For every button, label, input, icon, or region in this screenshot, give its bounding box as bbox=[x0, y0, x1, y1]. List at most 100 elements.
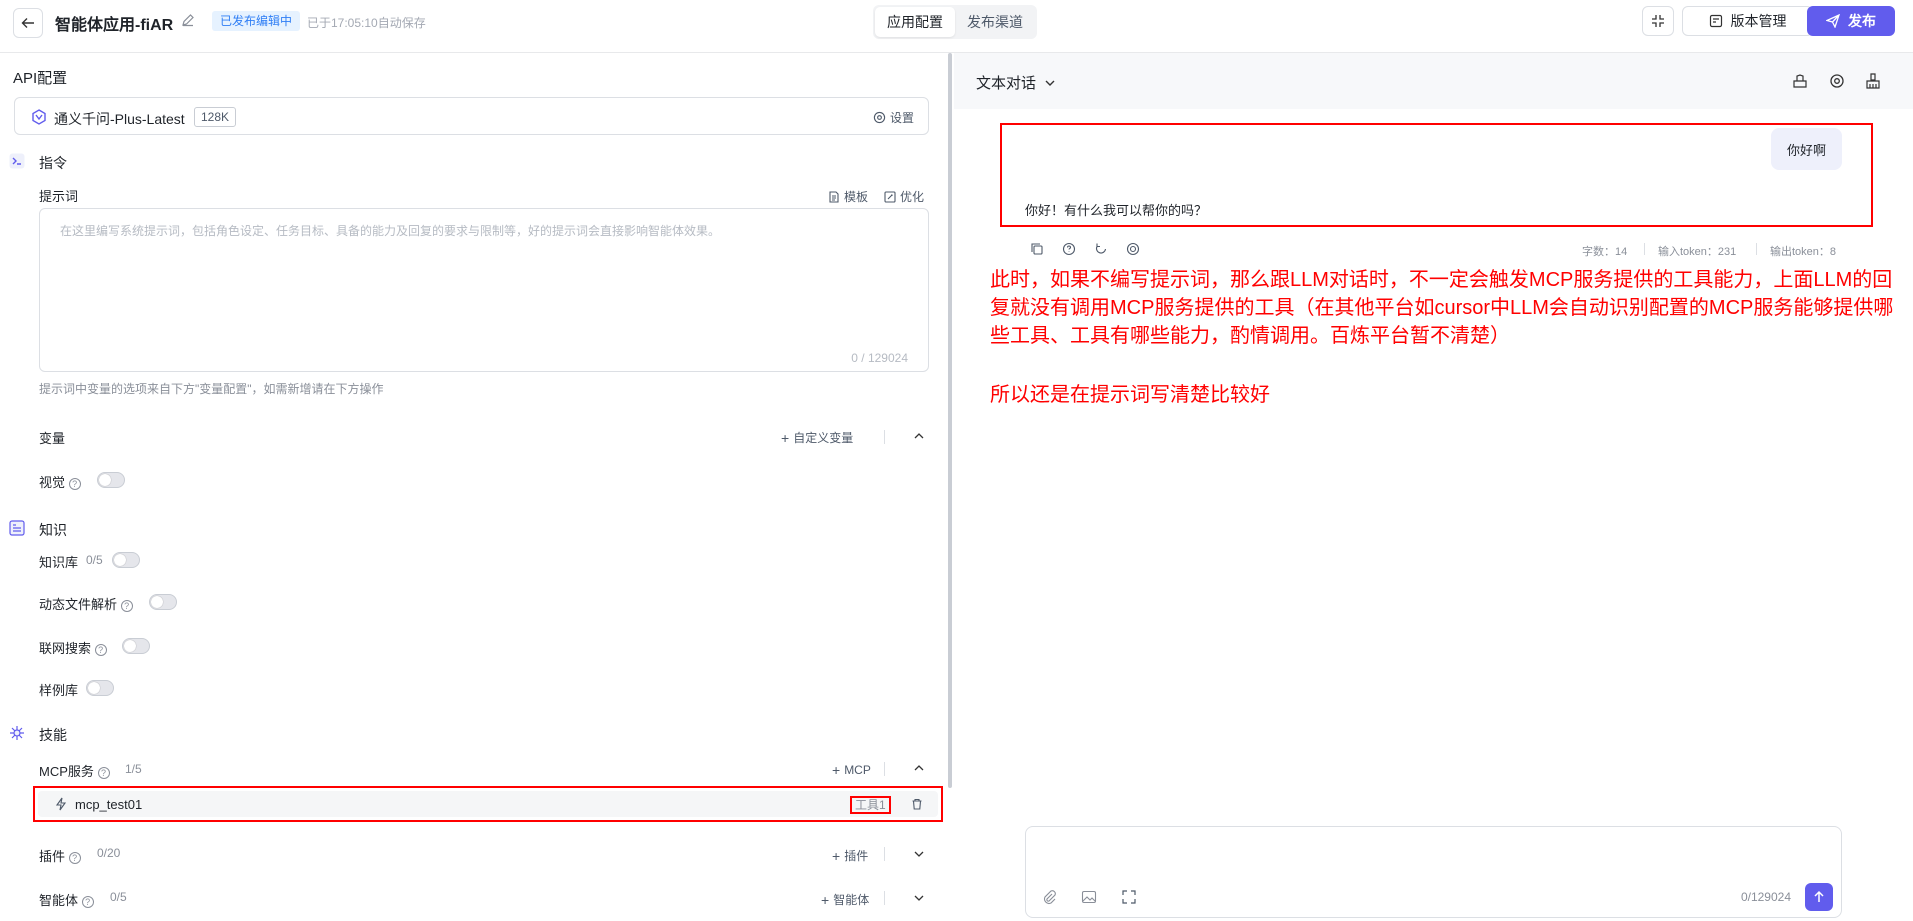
publish-button[interactable]: 发布 bbox=[1807, 6, 1895, 36]
add-mcp-button[interactable]: + MCP bbox=[832, 762, 871, 778]
top-header: 智能体应用-fiAR 已发布编辑中 已于17:05:10自动保存 应用配置 发布… bbox=[0, 0, 1913, 53]
chevron-down-icon[interactable] bbox=[913, 892, 925, 904]
chevron-up-icon[interactable] bbox=[913, 430, 925, 442]
input-token-count: 输入token：231 bbox=[1658, 246, 1737, 258]
knowledge-icon bbox=[9, 520, 25, 536]
mcp-tool-badge[interactable]: 工具1 bbox=[850, 796, 891, 814]
plus-icon: + bbox=[832, 762, 841, 778]
variables-label: 变量 bbox=[39, 431, 66, 446]
annotation-note: 此时，如果不编写提示词，那么跟LLM对话时，不一定会触发MCP服务提供的工具能力… bbox=[990, 269, 1894, 347]
plugin-label: 插件 ? bbox=[39, 846, 81, 865]
image-icon[interactable] bbox=[1081, 889, 1097, 905]
prompt-label: 提示词 bbox=[39, 189, 79, 204]
model-selector[interactable]: 通义千问-Plus-Latest 128K 设置 bbox=[14, 97, 929, 135]
kb-count: 0/5 bbox=[86, 553, 103, 567]
help-icon[interactable]: ? bbox=[97, 766, 110, 779]
web-search-label: 联网搜索 ? bbox=[39, 638, 107, 657]
input-counter: 0/129024 bbox=[1740, 890, 1791, 904]
qwen-model-icon bbox=[32, 109, 46, 125]
add-plugin-label: 插件 bbox=[844, 849, 869, 863]
app-title: 智能体应用-fiAR bbox=[55, 17, 174, 34]
file-parse-label: 动态文件解析 ? bbox=[39, 594, 133, 613]
arrow-up-icon bbox=[1814, 890, 1824, 902]
target-icon[interactable] bbox=[1126, 242, 1140, 256]
model-name: 通义千问-Plus-Latest bbox=[54, 111, 185, 127]
version-manage-button[interactable]: 版本管理 bbox=[1682, 6, 1813, 36]
mcp-item-highlight: mcp_test01 工具1 bbox=[33, 786, 943, 822]
help-icon[interactable]: ? bbox=[68, 851, 81, 864]
trash-icon[interactable] bbox=[911, 798, 923, 810]
kb-toggle[interactable] bbox=[112, 552, 140, 568]
publish-label: 发布 bbox=[1848, 13, 1876, 29]
char-count: 字数：14 bbox=[1582, 246, 1628, 258]
divider bbox=[1644, 243, 1645, 255]
help-icon[interactable]: ? bbox=[94, 643, 107, 656]
divider bbox=[884, 891, 885, 905]
settings-icon bbox=[873, 111, 886, 124]
output-token-count: 输出token：8 bbox=[1770, 246, 1837, 258]
prompt-textarea[interactable]: 在这里编写系统提示词，包括角色设定、任务目标、具备的能力及回复的要求与限制等，好… bbox=[39, 208, 929, 372]
template-button[interactable]: 模板 bbox=[828, 188, 868, 205]
mcp-label: MCP服务 ? bbox=[39, 761, 110, 780]
attachment-icon[interactable] bbox=[1041, 889, 1057, 905]
template-label: 模板 bbox=[844, 190, 869, 204]
vision-toggle[interactable] bbox=[97, 472, 125, 488]
optimize-button[interactable]: 优化 bbox=[884, 188, 924, 205]
mcp-count: 1/5 bbox=[125, 762, 142, 776]
context-badge: 128K bbox=[194, 107, 237, 127]
user-message: 你好啊 bbox=[1771, 128, 1842, 170]
question-icon[interactable] bbox=[1062, 242, 1076, 256]
help-icon[interactable]: ? bbox=[81, 895, 94, 908]
config-scrollbar[interactable] bbox=[948, 53, 952, 788]
chat-mode-selector[interactable]: 文本对话 bbox=[976, 72, 1056, 93]
vision-label: 视觉 ? bbox=[39, 472, 81, 491]
chat-input[interactable]: 0/129024 bbox=[1025, 826, 1842, 918]
add-plugin-button[interactable]: + 插件 bbox=[832, 847, 868, 864]
chat-header bbox=[954, 53, 1913, 109]
tab-publish-channel[interactable]: 发布渠道 bbox=[955, 7, 1035, 37]
plugin-count: 0/20 bbox=[97, 846, 121, 860]
divider bbox=[884, 762, 885, 776]
chevron-down-icon bbox=[1045, 80, 1055, 86]
chat-mode-label: 文本对话 bbox=[976, 75, 1037, 92]
expand-icon[interactable] bbox=[1121, 889, 1137, 905]
help-icon[interactable]: ? bbox=[120, 599, 133, 612]
send-button[interactable] bbox=[1805, 883, 1833, 911]
skills-title: 技能 bbox=[39, 727, 67, 743]
mcp-item-name: mcp_test01 bbox=[75, 797, 143, 812]
annotation-conclusion: 所以还是在提示词写清楚比较好 bbox=[990, 384, 1270, 406]
add-variable-button[interactable]: + 自定义变量 bbox=[781, 429, 853, 446]
model-settings-button[interactable]: 设置 bbox=[873, 109, 914, 126]
tab-app-config[interactable]: 应用配置 bbox=[875, 7, 955, 37]
fullscreen-exit-icon bbox=[1652, 15, 1664, 27]
file-parse-toggle[interactable] bbox=[149, 594, 177, 610]
optimize-icon bbox=[884, 190, 896, 203]
fullscreen-exit-button[interactable] bbox=[1642, 6, 1674, 36]
send-icon bbox=[1826, 14, 1840, 28]
help-icon[interactable]: ? bbox=[68, 477, 81, 490]
add-agent-button[interactable]: + 智能体 bbox=[821, 891, 869, 908]
chevron-down-icon[interactable] bbox=[913, 848, 925, 860]
examples-toggle[interactable] bbox=[86, 680, 114, 696]
mcp-item[interactable]: mcp_test01 工具1 bbox=[38, 791, 938, 817]
refresh-icon[interactable] bbox=[1094, 242, 1108, 256]
gear-icon[interactable] bbox=[1829, 73, 1845, 89]
version-icon bbox=[1709, 14, 1722, 28]
web-search-toggle[interactable] bbox=[122, 638, 150, 654]
back-button[interactable] bbox=[13, 8, 43, 38]
copy-icon[interactable] bbox=[1030, 242, 1044, 256]
plus-icon: + bbox=[821, 891, 830, 908]
prompt-hint: 提示词中变量的选项来自下方"变量配置"，如需新增请在下方操作 bbox=[39, 382, 384, 396]
clear-icon[interactable] bbox=[1792, 73, 1808, 89]
broom-icon[interactable] bbox=[1865, 73, 1881, 89]
add-variable-label: 自定义变量 bbox=[793, 431, 854, 445]
chevron-up-icon[interactable] bbox=[913, 762, 925, 774]
divider bbox=[884, 430, 885, 444]
terminal-icon bbox=[9, 153, 25, 169]
kb-label: 知识库 bbox=[39, 555, 79, 570]
edit-icon[interactable] bbox=[181, 13, 197, 29]
settings-label: 设置 bbox=[889, 111, 914, 125]
template-icon bbox=[829, 190, 839, 203]
agent-label: 智能体 ? bbox=[39, 890, 94, 909]
status-badge: 已发布编辑中 bbox=[212, 11, 301, 31]
